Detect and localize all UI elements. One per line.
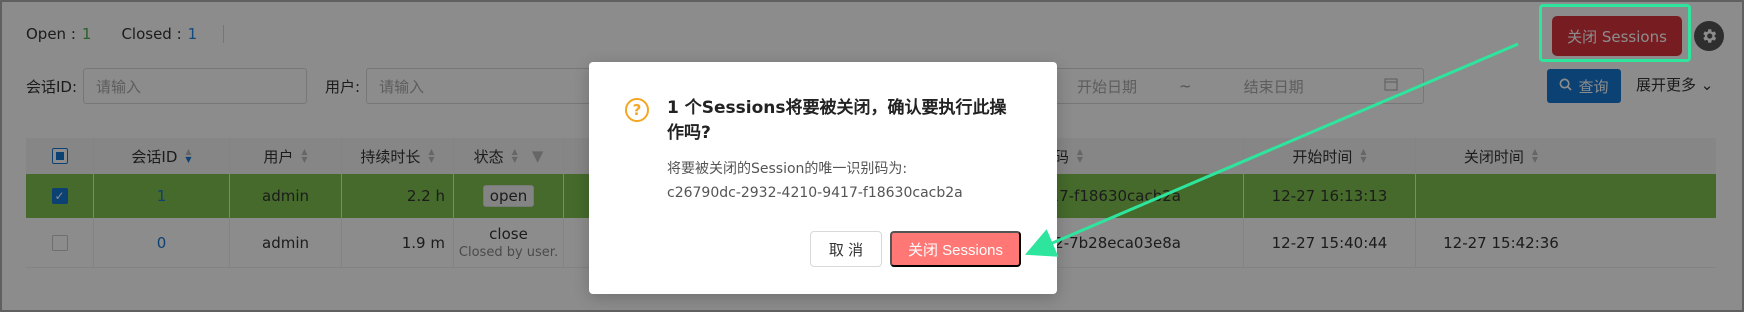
cancel-button[interactable]: 取 消 xyxy=(810,231,882,267)
question-icon: ? xyxy=(625,98,649,122)
dialog-content-uid: c26790dc-2932-4210-9417-f18630cacb2a xyxy=(667,185,963,201)
dialog-content-line1: 将要被关闭的Session的唯一识别码为: xyxy=(667,161,908,177)
highlight-annotation xyxy=(1539,4,1691,62)
confirm-close-sessions-button[interactable]: 关闭 Sessions xyxy=(890,231,1021,267)
confirm-close-dialog: ? 1 个Sessions将要被关闭，确认要执行此操作吗? 将要被关闭的Sess… xyxy=(589,62,1057,294)
dialog-title: 1 个Sessions将要被关闭，确认要执行此操作吗? xyxy=(667,98,1007,143)
dialog-content: 将要被关闭的Session的唯一识别码为: c26790dc-2932-4210… xyxy=(667,157,1027,205)
